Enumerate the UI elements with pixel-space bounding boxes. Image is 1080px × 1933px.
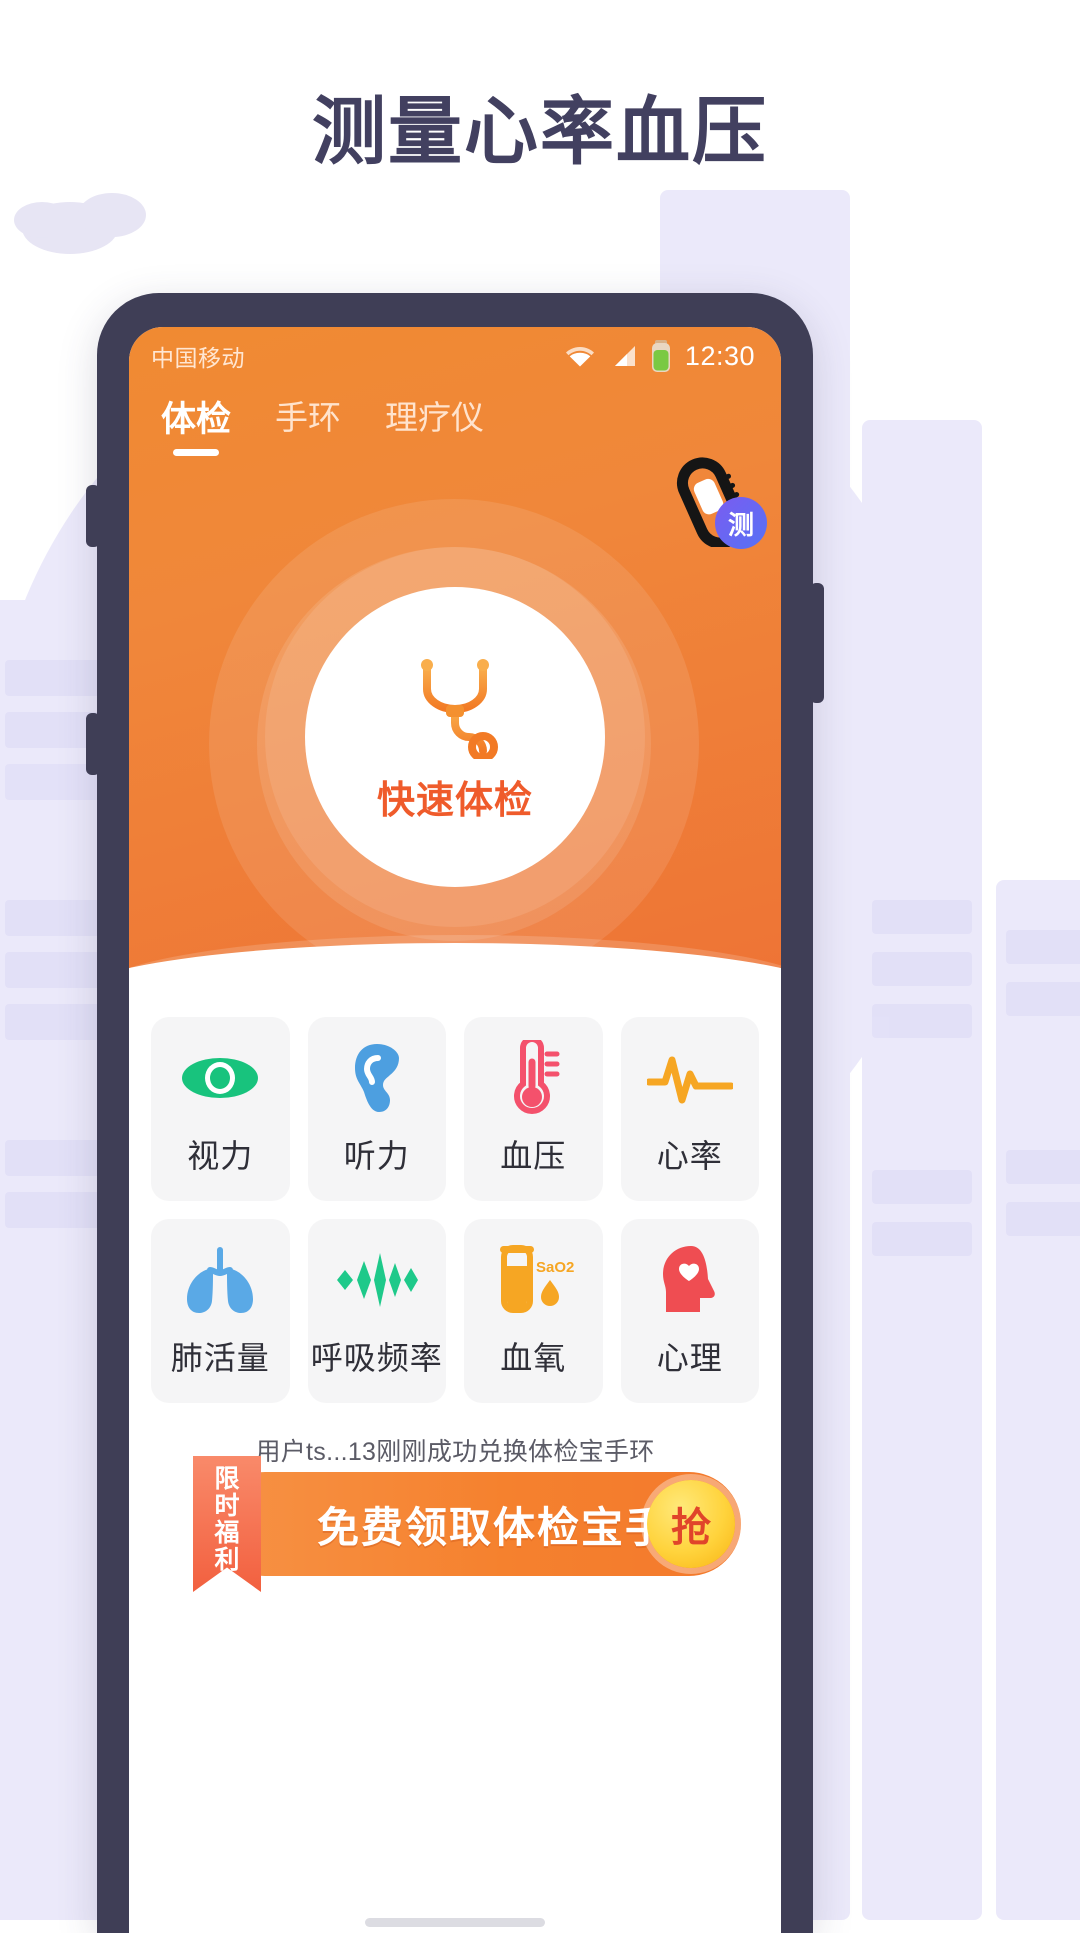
- promo-banner[interactable]: 免费领取体检宝手环 限 时 福 利 抢: [171, 1456, 741, 1592]
- battery-icon: [651, 340, 670, 372]
- grid-label-blood-oxygen: 血氧: [500, 1340, 567, 1376]
- wristband-entry-button[interactable]: 测: [667, 455, 767, 549]
- phone-volume-up-button: [86, 485, 100, 547]
- wifi-icon: [565, 347, 594, 367]
- lungs-icon: [179, 1243, 261, 1317]
- tab-checkup-label: 体检: [161, 400, 232, 439]
- cloud-icon: [14, 193, 146, 254]
- status-bar: 中国移动 12:30: [129, 327, 781, 385]
- phone-volume-down-button: [86, 713, 100, 775]
- tab-checkup[interactable]: 体检: [161, 391, 231, 456]
- grid-cell-psychology[interactable]: 心理: [620, 1219, 759, 1403]
- stethoscope-icon: [421, 658, 498, 759]
- ear-icon: [351, 1041, 403, 1115]
- phone-screen: 中国移动 12:30 体检 手环 理疗仪 测 快速体检 视力 听力 血压 心率 …: [129, 327, 781, 1933]
- grid-cell-hearing[interactable]: 听力: [307, 1017, 446, 1201]
- heart-rate-icon: [646, 1041, 733, 1115]
- grid-cell-lung-capacity[interactable]: 肺活量: [151, 1219, 290, 1403]
- quick-checkup-label: 快速体检: [376, 779, 533, 822]
- ribbon-char-2: 时: [214, 1492, 240, 1520]
- page-title: 测量心率血压: [312, 90, 768, 173]
- phone-mockup: 中国移动 12:30 体检 手环 理疗仪 测 快速体检 视力 听力 血压 心率 …: [86, 293, 824, 1933]
- promo-grab-button[interactable]: 抢: [647, 1480, 735, 1568]
- thermometer-icon: [505, 1040, 561, 1115]
- waveform-icon: [333, 1243, 421, 1317]
- eye-icon: [181, 1041, 259, 1115]
- grid-cell-blood-pressure[interactable]: 血压: [464, 1017, 603, 1201]
- clock-label: 12:30: [684, 340, 755, 371]
- carrier-label: 中国移动: [151, 345, 245, 371]
- grid-label-lung-capacity: 肺活量: [170, 1340, 270, 1376]
- wristband-measure-badge[interactable]: 测: [715, 497, 767, 549]
- grid-label-respiration-rate: 呼吸频率: [310, 1340, 443, 1376]
- cellular-signal-icon: [614, 346, 635, 366]
- tab-wristband[interactable]: 手环: [275, 391, 341, 453]
- grid-label-heart-rate: 心率: [656, 1138, 723, 1174]
- grid-label-psychology: 心理: [656, 1340, 723, 1376]
- blood-oxygen-icon: SaO2: [490, 1243, 576, 1317]
- grid-cell-vision[interactable]: 视力: [151, 1017, 290, 1201]
- grid-label-hearing: 听力: [343, 1138, 410, 1174]
- quick-checkup-button[interactable]: 快速体检: [305, 587, 605, 887]
- mind-heart-icon: [655, 1243, 725, 1317]
- ribbon-char-1: 限: [214, 1465, 240, 1493]
- grid-label-vision: 视力: [187, 1138, 254, 1174]
- tab-therapy-device[interactable]: 理疗仪: [385, 391, 484, 453]
- tab-therapy-device-label: 理疗仪: [385, 399, 485, 436]
- grid-cell-respiration-rate[interactable]: 呼吸频率: [307, 1219, 446, 1403]
- phone-power-button: [810, 583, 824, 703]
- health-feature-grid: 视力 听力 血压 心率 肺活量 呼吸频率 SaO2 血氧 心理: [129, 1017, 781, 1403]
- blood-oxygen-icon-text: SaO2: [536, 1259, 574, 1276]
- tab-wristband-label: 手环: [275, 399, 342, 436]
- grid-cell-heart-rate[interactable]: 心率: [620, 1017, 759, 1201]
- tab-active-underline: [173, 449, 219, 456]
- grid-cell-blood-oxygen[interactable]: SaO2 血氧: [464, 1219, 603, 1403]
- promo-ribbon: 限 时 福 利: [193, 1456, 261, 1592]
- ribbon-char-3: 福: [214, 1519, 240, 1547]
- ribbon-char-4: 利: [214, 1546, 240, 1574]
- home-indicator: [365, 1918, 545, 1927]
- grid-label-blood-pressure: 血压: [500, 1138, 567, 1174]
- tab-bar: 体检 手环 理疗仪: [129, 391, 781, 463]
